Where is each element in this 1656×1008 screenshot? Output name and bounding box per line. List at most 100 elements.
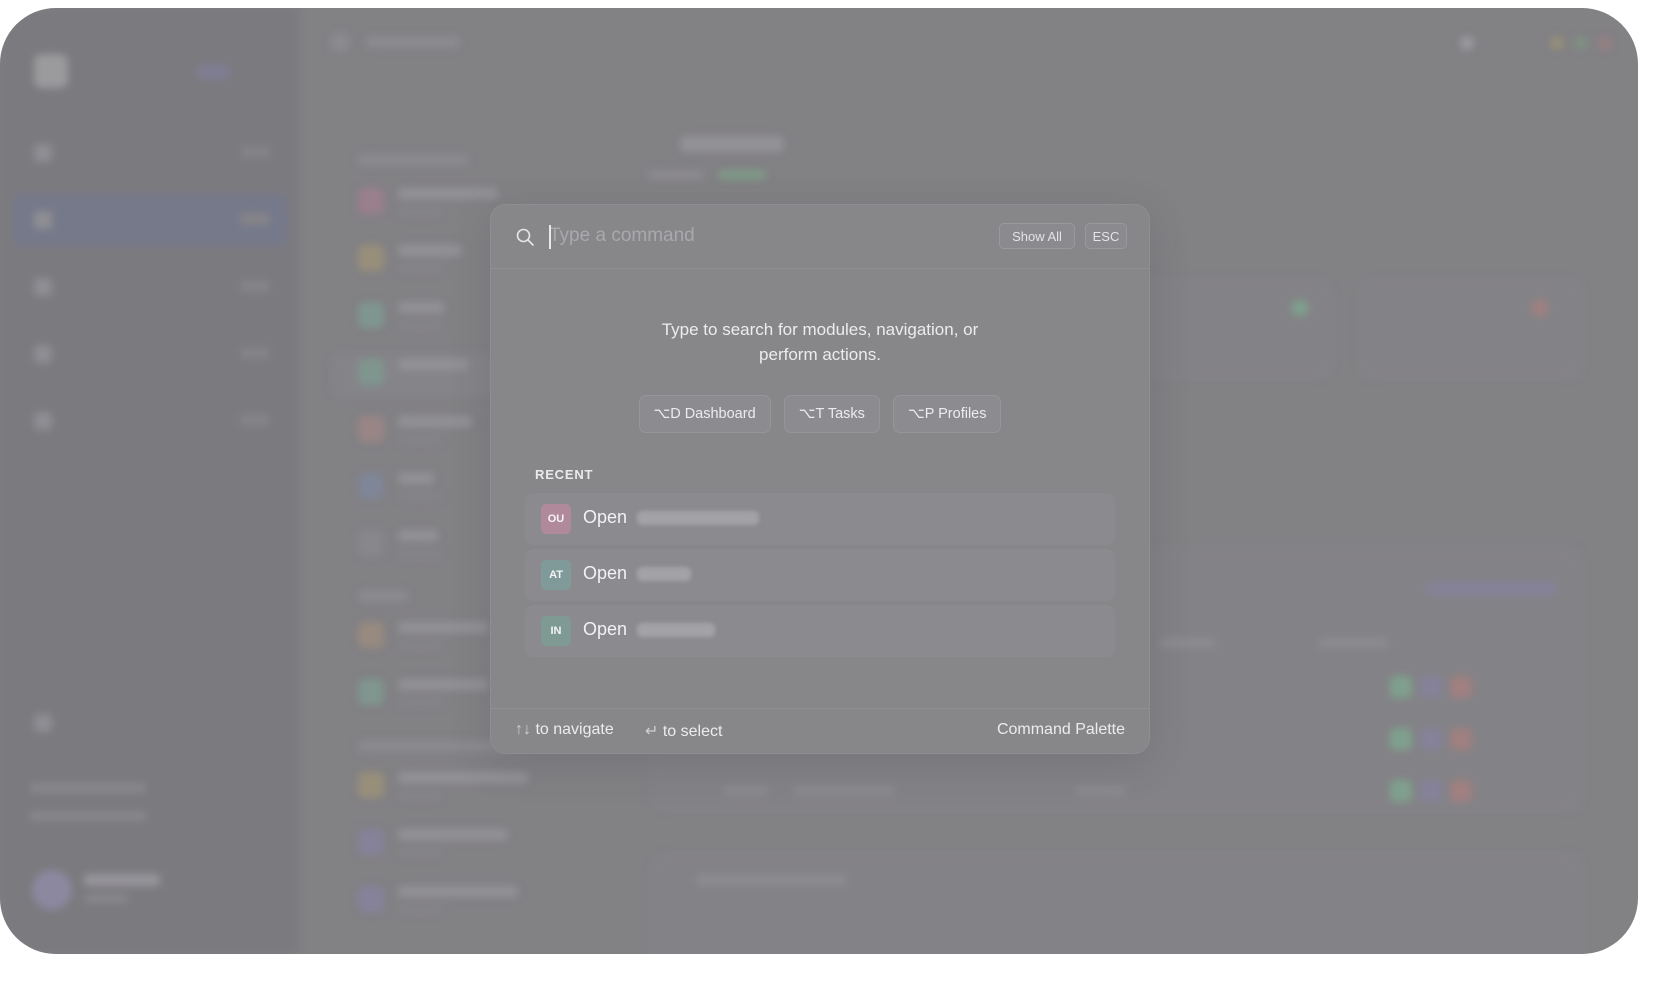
tree-avatar (358, 530, 384, 556)
palette-footer: ↑↓ to navigate ↵ to select Command Palet… (491, 708, 1149, 753)
recent-activity-title (696, 874, 846, 886)
status-line (30, 783, 146, 793)
esc-button[interactable]: ESC (1085, 223, 1127, 249)
theme-toggle-icon[interactable] (1460, 36, 1474, 50)
tree-title (398, 622, 488, 633)
sidebar (0, 8, 298, 954)
shortcut-profiles[interactable]: ⌥P Profiles (892, 395, 1002, 433)
nav-icon (34, 144, 52, 162)
sidebar-item[interactable] (12, 260, 288, 314)
app-window: Show All ESC Type to search for modules,… (0, 8, 1638, 954)
sidebar-item[interactable] (12, 193, 288, 247)
tree-sub (398, 436, 442, 444)
tree-sub (398, 792, 442, 800)
recent-activity-card (652, 854, 1582, 954)
edit-icon[interactable] (1420, 676, 1442, 698)
status-badge (718, 170, 766, 180)
logo-icon (34, 54, 68, 88)
tree-avatar (358, 473, 384, 499)
stat-icon (1292, 300, 1308, 316)
tree-avatar (358, 886, 384, 912)
avatar[interactable] (32, 870, 72, 910)
recent-verb: Open (583, 563, 628, 583)
search-hint: Type to search for modules, navigation, … (491, 317, 1149, 367)
shortcut-tasks[interactable]: ⌥T Tasks (783, 395, 880, 433)
search-icon (516, 228, 534, 246)
nav-shortcut (240, 347, 270, 359)
sidebar-item-settings[interactable] (12, 696, 288, 750)
tree-avatar (358, 302, 384, 328)
tree-sub (398, 379, 442, 387)
nav-shortcut (240, 414, 270, 426)
recent-avatar: IN (541, 616, 571, 646)
tree-sub (398, 849, 442, 857)
tree-row[interactable] (332, 880, 562, 924)
tree-sub (398, 493, 442, 501)
nav-shortcut (240, 280, 270, 292)
command-search-input[interactable] (549, 221, 949, 251)
delete-icon[interactable] (1450, 780, 1472, 802)
sidebar-nav (12, 126, 288, 461)
version-badge (196, 64, 230, 80)
tree-avatar (358, 829, 384, 855)
page-title (680, 136, 784, 152)
maximize-icon[interactable] (1574, 36, 1588, 50)
edit-icon[interactable] (1420, 780, 1442, 802)
sidebar-item[interactable] (12, 394, 288, 448)
stat-card (1134, 280, 1332, 378)
stat-card (1360, 280, 1582, 378)
edit-icon[interactable] (1420, 728, 1442, 750)
tree-row[interactable] (332, 823, 562, 867)
sidebar-item[interactable] (12, 126, 288, 180)
close-icon[interactable] (1598, 36, 1612, 50)
recent-avatar: AT (541, 560, 571, 590)
navigate-label: to navigate (535, 721, 614, 738)
table-cell (794, 786, 894, 796)
start-icon[interactable] (1390, 728, 1412, 750)
navigate-arrows-icon: ↑↓ (515, 721, 531, 738)
recent-avatar: OU (541, 504, 571, 534)
hint-line: perform actions. (759, 345, 881, 364)
navigate-hint: ↑↓ to navigate (515, 721, 614, 739)
start-icon[interactable] (1390, 676, 1412, 698)
recent-verb: Open (583, 619, 628, 639)
nav-icon (34, 345, 52, 363)
recent-item[interactable]: IN Open (525, 605, 1115, 657)
palette-title: Command Palette (996, 721, 1125, 738)
tree-title (398, 530, 438, 541)
delete-icon[interactable] (1450, 676, 1472, 698)
page-subtitle (648, 170, 704, 180)
add-task-button[interactable] (1426, 582, 1556, 596)
start-icon[interactable] (1390, 780, 1412, 802)
shortcut-list: ⌥D Dashboard ⌥T Tasks ⌥P Profiles (491, 395, 1149, 433)
tree-avatar (358, 622, 384, 648)
nav-icon (34, 412, 52, 430)
shortcut-dashboard[interactable]: ⌥D Dashboard (638, 395, 771, 433)
table-cell (1076, 786, 1126, 796)
tree-sub (398, 906, 442, 914)
minimize-icon[interactable] (1550, 36, 1564, 50)
recent-target-name (637, 511, 759, 525)
tree-title (398, 302, 444, 313)
table-cell (724, 786, 768, 796)
recent-target-name (637, 567, 691, 581)
recent-item[interactable]: OU Open (525, 493, 1115, 545)
tree-avatar (358, 188, 384, 214)
nav-icon (34, 278, 52, 296)
show-all-button[interactable]: Show All (999, 223, 1075, 249)
tree-avatar (358, 245, 384, 271)
table-header (1160, 638, 1216, 648)
tree-row[interactable] (332, 766, 562, 810)
tree-avatar (358, 772, 384, 798)
recent-item[interactable]: AT Open (525, 549, 1115, 601)
command-palette: Show All ESC Type to search for modules,… (490, 204, 1150, 754)
sidebar-item[interactable] (12, 327, 288, 381)
delete-icon[interactable] (1450, 728, 1472, 750)
tree-avatar (358, 416, 384, 442)
stat-icon (1532, 300, 1548, 316)
select-hint: ↵ to select (645, 721, 722, 741)
tree-group-header (358, 154, 468, 166)
tree-sub (398, 699, 442, 707)
nav-shortcut (240, 146, 270, 158)
nav-icon (34, 211, 52, 229)
